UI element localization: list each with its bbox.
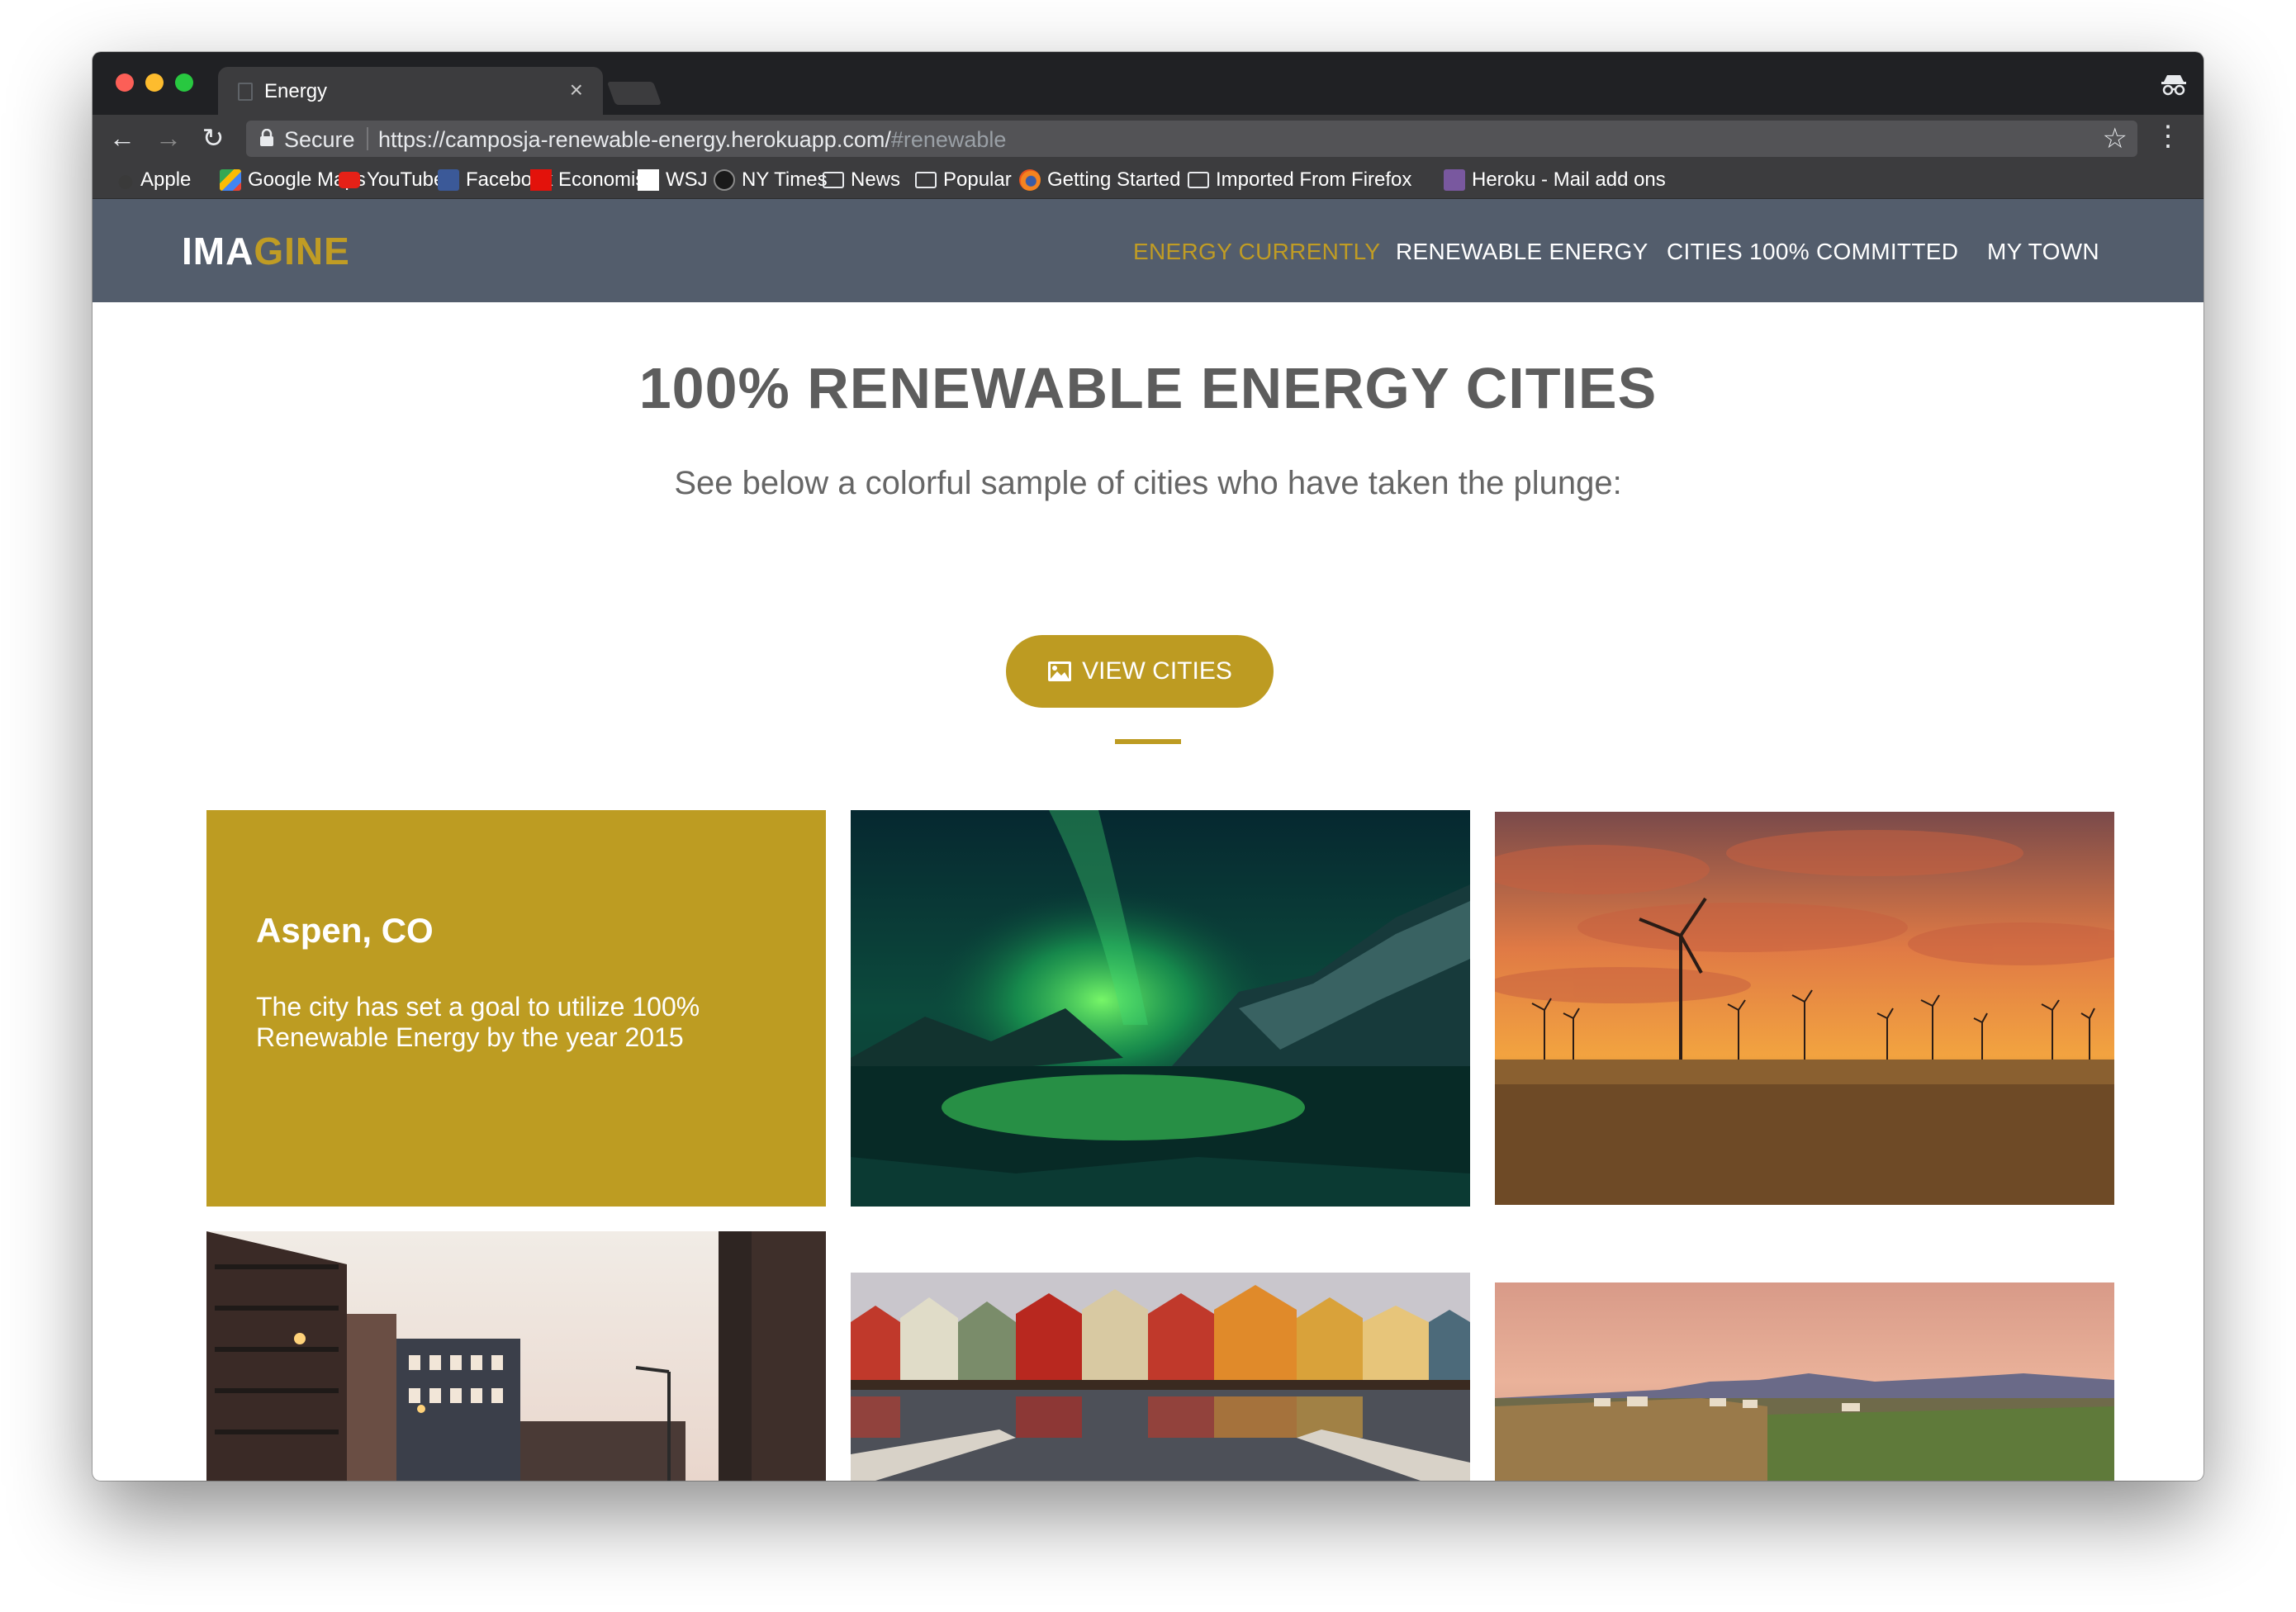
- bookmark-heroku[interactable]: Heroku - Mail add ons: [1444, 168, 1666, 192]
- city-description: The city has set a goal to utilize 100% …: [256, 992, 700, 1052]
- tab-energy[interactable]: Energy ×: [218, 67, 603, 115]
- bookmark-label: Getting Started: [1047, 168, 1181, 191]
- browser-window: Energy × ← → ↻ Secure https://camposja-r…: [93, 52, 2203, 1481]
- bookmark-economist[interactable]: Economist: [530, 168, 651, 192]
- bookmark-wsj[interactable]: WSJ: [638, 168, 708, 192]
- url-text[interactable]: https://camposja-renewable-energy.heroku…: [378, 127, 1006, 153]
- close-window-button[interactable]: [116, 73, 134, 92]
- bookmark-label: YouTube: [367, 168, 445, 191]
- lock-icon: [260, 129, 273, 146]
- tab-close-icon[interactable]: ×: [570, 77, 583, 103]
- nav-my-town[interactable]: MY TOWN: [1987, 239, 2099, 265]
- google-maps-icon: [220, 169, 241, 191]
- city-photo-aurora[interactable]: [851, 810, 1470, 1207]
- youtube-icon: [339, 172, 360, 188]
- page-title: 100% RENEWABLE ENERGY CITIES: [638, 356, 1658, 420]
- bookmark-label: Popular: [943, 168, 1012, 191]
- page-subtitle: See below a colorful sample of cities wh…: [674, 465, 1622, 501]
- view-cities-label: VIEW CITIES: [1082, 657, 1232, 685]
- harbor-houses-image: [851, 1273, 1470, 1481]
- city-photo-cliff-town[interactable]: [1495, 1282, 2114, 1481]
- city-photo-downtown[interactable]: [206, 1231, 826, 1481]
- bookmark-label: WSJ: [666, 168, 708, 191]
- section-divider: [1115, 739, 1181, 744]
- browser-toolbar: ← → ↻ Secure https://camposja-renewable-…: [93, 115, 2203, 161]
- bookmark-popular[interactable]: Popular: [915, 168, 1012, 192]
- maximize-window-button[interactable]: [175, 73, 193, 92]
- bookmark-label: NY Times: [742, 168, 828, 191]
- nav-renewable-energy[interactable]: RENEWABLE ENERGY: [1396, 239, 1648, 265]
- nytimes-icon: [714, 169, 735, 191]
- nav-cities-committed[interactable]: CITIES 100% COMMITTED: [1667, 239, 1958, 265]
- aurora-image: [851, 810, 1470, 1207]
- nav-energy-currently[interactable]: ENERGY CURRENTLY: [1133, 239, 1380, 265]
- forward-arrow-icon[interactable]: →: [152, 121, 185, 154]
- heroku-icon: [1444, 169, 1465, 191]
- logo-part-1: IMA: [182, 230, 254, 273]
- view-cities-button[interactable]: VIEW CITIES: [1006, 635, 1274, 708]
- bookmark-label: Heroku - Mail add ons: [1472, 168, 1666, 191]
- bookmark-getting-started[interactable]: Getting Started: [1019, 168, 1180, 192]
- apple-icon: [117, 169, 134, 191]
- bookmark-news[interactable]: News: [823, 168, 900, 192]
- tab-title: Energy: [264, 80, 328, 102]
- wind-turbines-image: [1495, 812, 2114, 1205]
- bookmark-label: Imported From Firefox: [1216, 168, 1412, 191]
- folder-icon: [915, 172, 937, 188]
- city-photo-wind-turbines[interactable]: [1495, 812, 2114, 1205]
- facebook-icon: [438, 169, 459, 191]
- bookmark-imported-from-firefox[interactable]: Imported From Firefox: [1188, 168, 1411, 192]
- bookmark-youtube[interactable]: YouTube: [339, 168, 444, 192]
- logo-part-2: GINE: [254, 230, 350, 273]
- bookmark-star-icon[interactable]: ☆: [2103, 122, 2128, 155]
- reload-icon[interactable]: ↻: [197, 121, 230, 154]
- folder-icon: [1188, 172, 1209, 188]
- firefox-icon: [1019, 169, 1041, 191]
- bookmark-label: News: [851, 168, 901, 191]
- city-name: Aspen, CO: [256, 911, 434, 950]
- url-main: https://camposja-renewable-energy.heroku…: [378, 127, 891, 152]
- url-fragment: #renewable: [890, 127, 1007, 152]
- cliff-town-image: [1495, 1282, 2114, 1481]
- incognito-icon: [2161, 75, 2186, 96]
- tab-strip: Energy ×: [93, 52, 2203, 115]
- bookmark-apple[interactable]: Apple: [117, 168, 191, 192]
- bookmarks-bar: Apple Google Maps YouTube Facebook Econo…: [93, 161, 2203, 199]
- bookmark-label: Apple: [140, 168, 192, 191]
- new-tab-button[interactable]: [606, 82, 662, 105]
- site-header: IMAGINE ENERGY CURRENTLY RENEWABLE ENERG…: [93, 199, 2203, 302]
- city-photo-harbor-houses[interactable]: [851, 1273, 1470, 1481]
- folder-icon: [823, 172, 844, 188]
- economist-icon: [530, 169, 552, 191]
- back-arrow-icon[interactable]: ←: [106, 121, 139, 154]
- city-card-aspen[interactable]: Aspen, CO The city has set a goal to uti…: [206, 810, 826, 1207]
- menu-kebab-icon[interactable]: ⋮: [2154, 120, 2182, 153]
- secure-label: Secure: [284, 127, 355, 152]
- site-logo[interactable]: IMAGINE: [182, 229, 350, 273]
- address-bar[interactable]: Secure https://camposja-renewable-energy…: [246, 121, 2137, 157]
- omnibox-divider: [367, 127, 368, 150]
- bookmark-nytimes[interactable]: NY Times: [714, 168, 828, 192]
- picture-icon: [1048, 661, 1072, 681]
- minimize-window-button[interactable]: [145, 73, 164, 92]
- downtown-image: [206, 1231, 826, 1481]
- page-icon: [238, 83, 253, 101]
- wsj-icon: [638, 169, 659, 191]
